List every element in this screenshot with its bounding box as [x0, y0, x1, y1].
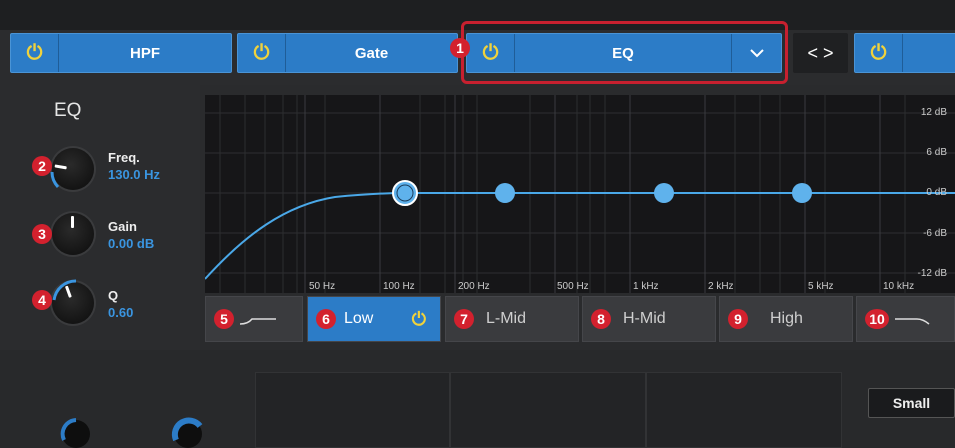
lower-cell — [646, 372, 842, 448]
q-knob-arc — [52, 279, 77, 301]
q-label: Q — [108, 288, 119, 303]
eq-curve — [204, 192, 955, 280]
band-lpf[interactable]: 10 — [856, 296, 955, 342]
callout-badge-8: 8 — [591, 309, 611, 329]
small-button[interactable]: Small — [868, 388, 955, 418]
eq-controls-panel — [0, 85, 200, 350]
db-label: 6 dB — [926, 147, 947, 158]
nav-arrows-button[interactable]: < > — [793, 33, 848, 73]
db-label: -6 dB — [923, 228, 947, 239]
callout-badge-5: 5 — [214, 309, 234, 329]
band-hmid-label: H-Mid — [623, 310, 666, 327]
tab-next[interactable]: ⏻ — [854, 33, 955, 73]
tab-gate-label: Gate — [354, 44, 389, 62]
tab-hpf[interactable]: ⏻ HPF — [10, 33, 232, 73]
freq-knob-arc — [50, 171, 60, 189]
band-point-hmid — [654, 183, 674, 203]
callout-badge-4: 4 — [32, 290, 52, 310]
freq-label: 500 Hz — [557, 281, 589, 292]
freq-label: 5 kHz — [808, 281, 834, 292]
freq-label: 200 Hz — [458, 281, 490, 292]
lower-cell — [450, 372, 646, 448]
band-high[interactable]: 9 High — [719, 296, 853, 342]
lower-knob[interactable] — [58, 412, 94, 448]
freq-label: 2 kHz — [708, 281, 734, 292]
band-lmid-label: L-Mid — [486, 310, 527, 327]
tab-gate[interactable]: ⏻ Gate — [237, 33, 458, 73]
freq-label: 50 Hz — [309, 281, 336, 292]
knob-pointer — [71, 216, 74, 228]
band-point-high — [792, 183, 812, 203]
freq-label: 100 Hz — [383, 281, 415, 292]
callout-badge-9: 9 — [728, 309, 748, 329]
freq-label: 10 kHz — [883, 281, 915, 292]
power-icon[interactable]: ⏻ — [11, 34, 59, 72]
callout-badge-7: 7 — [454, 309, 474, 329]
callout-badge-1: 1 — [450, 38, 470, 58]
band-low-label: Low — [344, 310, 374, 327]
q-value: 0.60 — [108, 305, 134, 320]
db-label: 0 dB — [926, 187, 947, 198]
db-label: -12 dB — [917, 268, 947, 279]
power-icon[interactable]: ⏻ — [855, 34, 903, 72]
lower-knob[interactable] — [170, 412, 206, 448]
tab-hpf-label: HPF — [130, 44, 160, 62]
gain-knob[interactable] — [52, 213, 94, 255]
lower-cell — [255, 372, 450, 448]
band-hmid[interactable]: 8 H-Mid — [582, 296, 716, 342]
band-point-lmid — [495, 183, 515, 203]
eq-tab-highlight — [461, 21, 788, 84]
eq-title: EQ — [54, 100, 82, 121]
band-high-label: High — [770, 310, 803, 327]
freq-label: 1 kHz — [633, 281, 659, 292]
power-icon[interactable]: ⏻ — [412, 309, 426, 330]
freq-value: 130.0 Hz — [108, 167, 161, 182]
callout-badge-10: 10 — [865, 309, 889, 329]
db-label: 12 dB — [920, 107, 947, 118]
callout-badge-2: 2 — [32, 156, 52, 176]
callout-badge-3: 3 — [32, 224, 52, 244]
gain-value: 0.00 dB — [108, 236, 155, 251]
power-icon[interactable]: ⏻ — [238, 34, 286, 72]
band-low[interactable]: 6 Low ⏻ — [307, 296, 441, 342]
gain-label: Gain — [108, 219, 137, 234]
band-hpf[interactable]: 5 — [205, 296, 303, 342]
band-selector-row: 5 6 Low ⏻ 7 L-Mid 8 H-Mid 9 High 10 — [205, 296, 955, 342]
chevrons-icon: < > — [807, 42, 834, 63]
highpass-icon — [239, 318, 276, 325]
band-lmid[interactable]: 7 L-Mid — [445, 296, 579, 342]
freq-label: Freq. — [108, 150, 140, 165]
callout-badge-6: 6 — [316, 309, 336, 329]
lowpass-icon — [895, 318, 930, 325]
eq-graph[interactable]: 12 dB 6 dB 0 dB -6 dB -12 dB 50 Hz 100 H… — [204, 95, 955, 293]
